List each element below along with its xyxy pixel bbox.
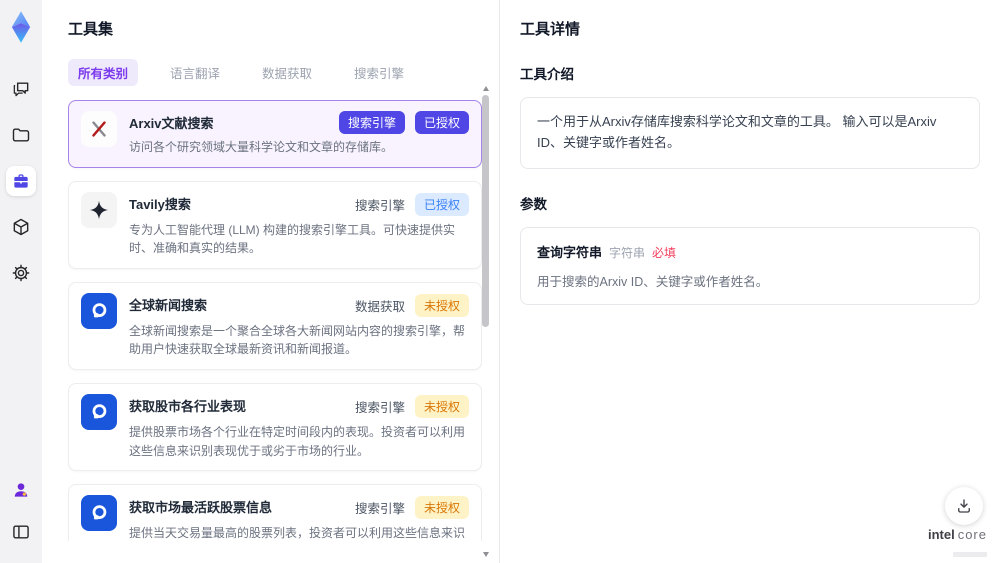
intel-core-logo: intel core [928, 527, 987, 562]
page-title: 工具集 [68, 21, 114, 38]
core-logo-text: core [957, 527, 987, 542]
tool-name: 获取股市各行业表现 [129, 398, 247, 414]
tool-detail-pane: 工具详情 工具介绍 一个用于从Arxiv存储库搜索科学论文和文章的工具。 输入可… [500, 0, 1000, 563]
collapse-sidebar-icon[interactable] [6, 517, 36, 547]
param-type: 字符串 [609, 245, 646, 260]
tool-card[interactable]: Arxiv文献搜索 搜索引擎 已授权 访问各个研究领域大量科学论文和文章的存储库… [68, 100, 482, 168]
tool-list-pane: 工具集 所有类别 语言翻译 数据获取 搜索引擎 Arxiv文献搜索 搜索引擎 已… [42, 0, 500, 563]
tool-icon [81, 393, 117, 430]
intro-heading: 工具介绍 [520, 67, 574, 82]
tool-card-body: 获取股市各行业表现 搜索引擎 未授权 提供股票市场各个行业在特定时间段内的表现。… [129, 394, 469, 460]
category-badge: 搜索引擎 [354, 198, 405, 213]
auth-badge: 已授权 [414, 111, 469, 134]
chat-icon[interactable] [6, 74, 36, 104]
tab-data-fetch[interactable]: 数据获取 [252, 59, 322, 86]
param-box: 查询字符串 字符串 必填 用于搜索的Arxiv ID、关键字或作者姓名。 [520, 226, 980, 305]
arxiv-logo-icon [92, 121, 106, 137]
tool-badges: 搜索引擎 未授权 [355, 495, 469, 520]
scroll-down-arrow-icon[interactable] [483, 552, 489, 557]
intro-text: 一个用于从Arxiv存储库搜索科学论文和文章的工具。 输入可以是Arxiv ID… [537, 114, 937, 150]
tool-icon [81, 111, 117, 147]
tool-list: Arxiv文献搜索 搜索引擎 已授权 访问各个研究领域大量科学论文和文章的存储库… [68, 100, 482, 541]
tool-badges: 数据获取 未授权 [355, 293, 469, 318]
tab-search-engine[interactable]: 搜索引擎 [344, 59, 414, 86]
settings-gear-icon[interactable] [6, 258, 36, 288]
tool-card[interactable]: Tavily搜索 搜索引擎 已授权 专为人工智能代理 (LLM) 构建的搜索引擎… [68, 180, 482, 269]
tool-card[interactable]: 获取股市各行业表现 搜索引擎 未授权 提供股票市场各个行业在特定时间段内的表现。… [68, 382, 482, 472]
tool-description: 全球新闻搜索是一个聚合全球各大新闻网站内容的搜索引擎，帮助用户快速获取全球最新资… [129, 323, 466, 357]
tool-name: Arxiv文献搜索 [129, 116, 214, 131]
tool-description: 访问各个研究领域大量科学论文和文章的存储库。 [129, 140, 394, 154]
app-window: 工具集 所有类别 语言翻译 数据获取 搜索引擎 Arxiv文献搜索 搜索引擎 已… [0, 0, 1000, 563]
left-rail [0, 0, 42, 563]
param-header: 查询字符串 字符串 必填 [537, 242, 963, 262]
cube-icon[interactable] [6, 212, 36, 242]
param-description: 用于搜索的Arxiv ID、关键字或作者姓名。 [537, 274, 769, 289]
scroll-up-arrow-icon[interactable] [483, 86, 489, 91]
tool-description: 提供当天交易量最高的股票列表，投资者可以利用这些信息来识别流动性强的股票和潜在的… [129, 526, 466, 541]
download-icon [958, 499, 970, 513]
category-badge: 搜索引擎 [354, 502, 405, 517]
folder-icon[interactable] [6, 120, 36, 150]
tool-icon [81, 495, 117, 532]
auth-badge: 已授权 [414, 192, 469, 216]
tool-card[interactable]: 全球新闻搜索 数据获取 未授权 全球新闻搜索是一个聚合全球各大新闻网站内容的搜索… [68, 281, 482, 370]
auth-badge: 未授权 [414, 293, 469, 317]
user-avatar[interactable] [6, 475, 36, 505]
rail-bottom [6, 475, 36, 547]
download-button[interactable] [945, 487, 983, 525]
tavily-star-icon [89, 200, 109, 219]
param-name: 查询字符串 [537, 244, 603, 260]
detail-title: 工具详情 [520, 21, 581, 38]
tool-name: Tavily搜索 [129, 196, 191, 212]
category-badge: 数据获取 [354, 299, 405, 314]
tool-card-body: Arxiv文献搜索 搜索引擎 已授权 访问各个研究领域大量科学论文和文章的存储库… [129, 111, 469, 157]
news-search-logo-icon [92, 404, 107, 419]
tool-card-body: 获取市场最活跃股票信息 搜索引擎 未授权 提供当天交易量最高的股票列表，投资者可… [129, 495, 469, 541]
scrollbar-thumb[interactable] [482, 95, 489, 327]
tool-name: 全球新闻搜索 [129, 297, 208, 313]
news-search-logo-icon [92, 302, 107, 318]
tool-card-body: 全球新闻搜索 数据获取 未授权 全球新闻搜索是一个聚合全球各大新闻网站内容的搜索… [129, 293, 469, 359]
tool-badges: 搜索引擎 已授权 [338, 111, 469, 134]
tool-badges: 搜索引擎 未授权 [355, 394, 469, 419]
tab-language-translation[interactable]: 语言翻译 [160, 59, 230, 86]
tab-all-categories[interactable]: 所有类别 [68, 59, 139, 86]
auth-badge: 未授权 [414, 394, 469, 418]
tool-card[interactable]: 获取市场最活跃股票信息 搜索引擎 未授权 提供当天交易量最高的股票列表，投资者可… [68, 484, 482, 541]
tool-icon [81, 292, 117, 329]
app-logo-icon[interactable] [5, 10, 37, 44]
category-tabs: 所有类别 语言翻译 数据获取 搜索引擎 [68, 59, 499, 86]
intel-logo-subline [953, 551, 987, 557]
category-badge: 搜索引擎 [354, 400, 405, 415]
params-heading: 参数 [520, 196, 547, 212]
rail-nav [6, 74, 36, 288]
intel-logo-text: intel [927, 527, 955, 542]
tool-description: 提供股票市场各个行业在特定时间段内的表现。投资者可以利用这些信息来识别表现优于或… [129, 424, 466, 458]
tool-description: 专为人工智能代理 (LLM) 构建的搜索引擎工具。可快速提供实时、准确和真实的结… [129, 222, 456, 256]
tool-name: 获取市场最活跃股票信息 [129, 500, 273, 516]
tool-badges: 搜索引擎 已授权 [355, 192, 469, 217]
auth-badge: 未授权 [414, 496, 469, 520]
tool-icon [81, 191, 117, 228]
list-scrollbar[interactable] [482, 86, 490, 557]
news-search-logo-icon [92, 505, 107, 520]
category-badge: 搜索引擎 [338, 111, 405, 134]
tool-card-body: Tavily搜索 搜索引擎 已授权 专为人工智能代理 (LLM) 构建的搜索引擎… [129, 192, 469, 258]
toolbox-icon[interactable] [6, 166, 36, 196]
param-required-badge: 必填 [652, 245, 677, 260]
intro-box: 一个用于从Arxiv存储库搜索科学论文和文章的工具。 输入可以是Arxiv ID… [520, 97, 980, 169]
